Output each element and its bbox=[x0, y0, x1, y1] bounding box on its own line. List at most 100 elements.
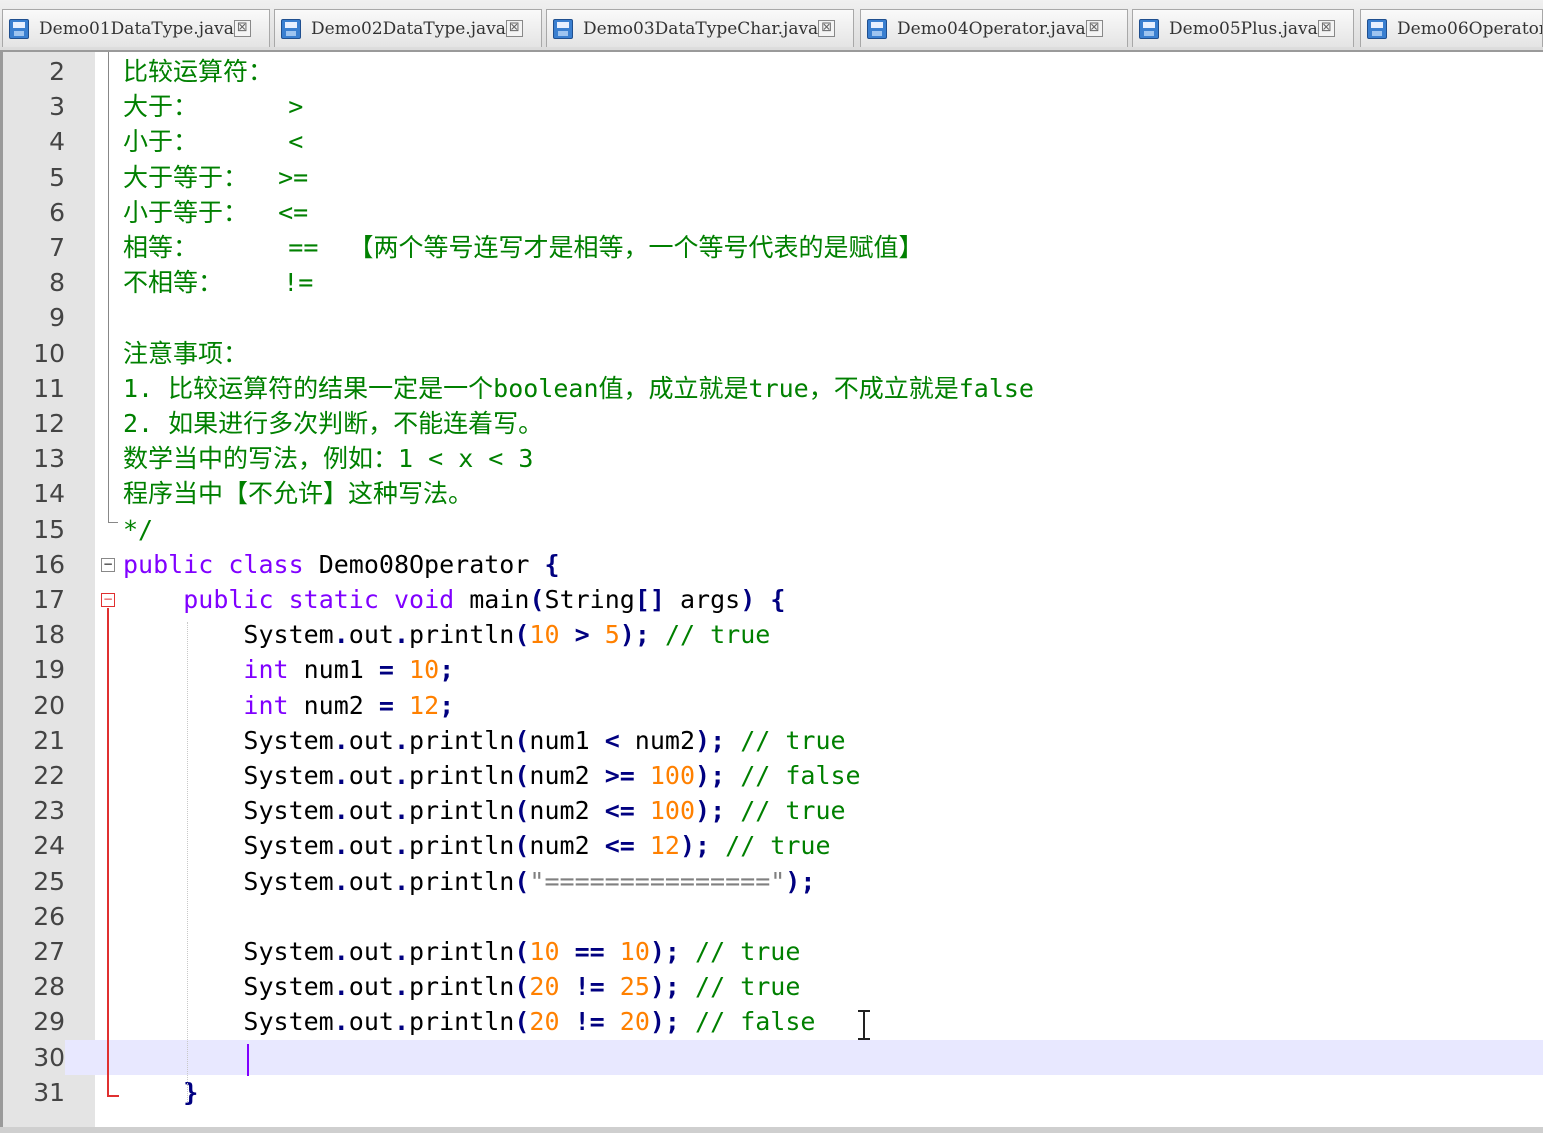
code-line[interactable]: 28 System.out.println(20 != 25); // true bbox=[3, 969, 1543, 1004]
tab-label: Demo04Operator.java bbox=[897, 18, 1086, 39]
code-line[interactable]: 14 程序当中【不允许】这种写法。 bbox=[3, 476, 1543, 511]
code-token: println bbox=[409, 937, 515, 966]
code-token: args bbox=[664, 585, 741, 614]
code-token: num1 bbox=[529, 725, 605, 755]
code-line[interactable]: 26 bbox=[3, 899, 1543, 934]
code-line[interactable]: 18 System.out.println(10 > 5); // true bbox=[3, 617, 1543, 652]
code-line[interactable]: 21 System.out.println(num1 < num2); // t… bbox=[3, 723, 1543, 758]
line-number: 21 bbox=[33, 725, 65, 755]
code-line[interactable]: 8 不相等： != bbox=[3, 265, 1543, 300]
line-number: 30 bbox=[3, 1039, 65, 1075]
tab-4[interactable]: Demo05Plus.java ⊠ bbox=[1132, 9, 1354, 47]
code-line[interactable]: 31 } bbox=[3, 1075, 1543, 1110]
code-token: ; bbox=[439, 690, 455, 720]
code-line[interactable]: 29 System.out.println(20 != 20); // fals… bbox=[3, 1004, 1543, 1039]
code-token: println bbox=[409, 972, 515, 1002]
code-line[interactable]: 12 2. 如果进行多次判断，不能连着写。 bbox=[3, 406, 1543, 441]
tab-0[interactable]: Demo01DataType.java ⊠ bbox=[2, 9, 270, 47]
code-text: 不相等： != bbox=[123, 265, 313, 300]
code-token: . bbox=[333, 1007, 349, 1037]
code-token: ); bbox=[695, 761, 726, 790]
code-text: System.out.println(10 == 10); // true bbox=[123, 934, 800, 969]
code-line[interactable]: 2 比较运算符： bbox=[3, 54, 1543, 89]
code-text: System.out.println("==============="); bbox=[123, 864, 815, 899]
close-tab-icon[interactable]: ⊠ bbox=[1317, 20, 1335, 37]
tab-label: Demo02DataType.java bbox=[311, 18, 506, 39]
code-token: out bbox=[348, 620, 394, 650]
code-text: 数学当中的写法，例如：1 < x < 3 bbox=[123, 441, 533, 476]
line-number: 22 bbox=[33, 761, 65, 790]
code-line[interactable]: 23 System.out.println(num2 <= 100); // t… bbox=[3, 793, 1543, 828]
code-line[interactable]: 13 数学当中的写法，例如：1 < x < 3 bbox=[3, 441, 1543, 476]
close-tab-icon[interactable]: ⊠ bbox=[818, 20, 836, 37]
code-token: ); bbox=[649, 1007, 680, 1037]
code-token: 12 bbox=[409, 690, 440, 720]
code-line[interactable]: 22 System.out.println(num2 >= 100); // f… bbox=[3, 758, 1543, 793]
line-number: 13 bbox=[33, 444, 65, 474]
code-line[interactable]: 25 System.out.println("===============")… bbox=[3, 864, 1543, 899]
line-number: 3 bbox=[49, 92, 65, 122]
code-line[interactable]: 30 bbox=[3, 1039, 1543, 1075]
code-token: int bbox=[243, 690, 289, 720]
code-line[interactable]: 17 public static void main(String[] args… bbox=[3, 582, 1543, 617]
horizontal-scrollbar[interactable] bbox=[0, 1127, 1543, 1133]
code-line[interactable]: 15 */ bbox=[3, 512, 1543, 547]
code-line[interactable]: 9 bbox=[3, 300, 1543, 335]
code-text: 2. 如果进行多次判断，不能连着写。 bbox=[123, 406, 543, 441]
code-token: . bbox=[333, 831, 349, 861]
code-line[interactable]: 24 System.out.println(num2 <= 12); // tr… bbox=[3, 828, 1543, 863]
code-token: . bbox=[333, 796, 349, 826]
code-line[interactable]: 4 小于： < bbox=[3, 124, 1543, 159]
code-line[interactable]: 10 注意事项： bbox=[3, 336, 1543, 371]
line-number: 25 bbox=[33, 866, 65, 896]
close-tab-icon[interactable]: ⊠ bbox=[1085, 20, 1103, 37]
code-line[interactable]: 16 public class Demo08Operator { bbox=[3, 547, 1543, 582]
code-line[interactable]: 19 int num1 = 10; bbox=[3, 652, 1543, 687]
tab-5[interactable]: Demo06Operator bbox=[1360, 9, 1543, 47]
code-line[interactable]: 11 1. 比较运算符的结果一定是一个boolean值，成立就是true，不成立就… bbox=[3, 371, 1543, 406]
code-line[interactable]: 3 大于： > bbox=[3, 89, 1543, 124]
close-tab-icon[interactable]: ⊠ bbox=[505, 20, 523, 37]
line-number: 18 bbox=[33, 620, 65, 650]
code-token: . bbox=[393, 725, 409, 755]
fold-method-icon[interactable]: − bbox=[101, 593, 115, 607]
fold-class-icon[interactable]: − bbox=[101, 558, 115, 572]
code-token: . bbox=[393, 620, 409, 650]
line-number: 10 bbox=[33, 338, 65, 368]
tab-1[interactable]: Demo02DataType.java ⊠ bbox=[274, 9, 542, 47]
code-token: ( bbox=[514, 620, 530, 650]
code-token: Demo08Operator bbox=[303, 549, 545, 579]
code-token: ); bbox=[785, 866, 816, 896]
close-tab-icon[interactable]: ⊠ bbox=[233, 20, 251, 37]
line-number: 24 bbox=[33, 831, 65, 861]
code-editor[interactable]: 2 比较运算符： 3 大于： > 4 小于： < 5 大于等于： >= 6 小于等于： <= 7 相等… bbox=[0, 52, 1543, 1127]
code-text: System.out.println(num2 <= 100); // true bbox=[123, 793, 845, 828]
code-token: 25 bbox=[619, 972, 650, 1002]
code-token: 100 bbox=[649, 796, 696, 826]
code-token: } bbox=[183, 1077, 199, 1107]
code-text: int num2 = 12; bbox=[123, 688, 454, 723]
code-token: println bbox=[409, 1007, 515, 1037]
code-token: 相等： == 【两个等号连写才是相等，一个等号代表的是赋值】 bbox=[123, 233, 924, 262]
line-number: 17 bbox=[33, 585, 65, 614]
code-line[interactable]: 5 大于等于： >= bbox=[3, 160, 1543, 195]
line-number: 12 bbox=[33, 409, 65, 438]
tab-label: Demo01DataType.java bbox=[39, 18, 234, 39]
code-text: int num1 = 10; bbox=[123, 652, 454, 687]
code-line[interactable]: 27 System.out.println(10 == 10); // true bbox=[3, 934, 1543, 969]
code-token: != bbox=[574, 972, 605, 1002]
code-line[interactable]: 7 相等： == 【两个等号连写才是相等，一个等号代表的是赋值】 bbox=[3, 230, 1543, 265]
tab-2[interactable]: Demo03DataTypeChar.java ⊠ bbox=[546, 9, 854, 47]
code-token: out bbox=[348, 1007, 394, 1037]
tab-3[interactable]: Demo04Operator.java ⊠ bbox=[860, 9, 1128, 47]
code-line[interactable]: 20 int num2 = 12; bbox=[3, 688, 1543, 723]
code-line[interactable]: 6 小于等于： <= bbox=[3, 195, 1543, 230]
